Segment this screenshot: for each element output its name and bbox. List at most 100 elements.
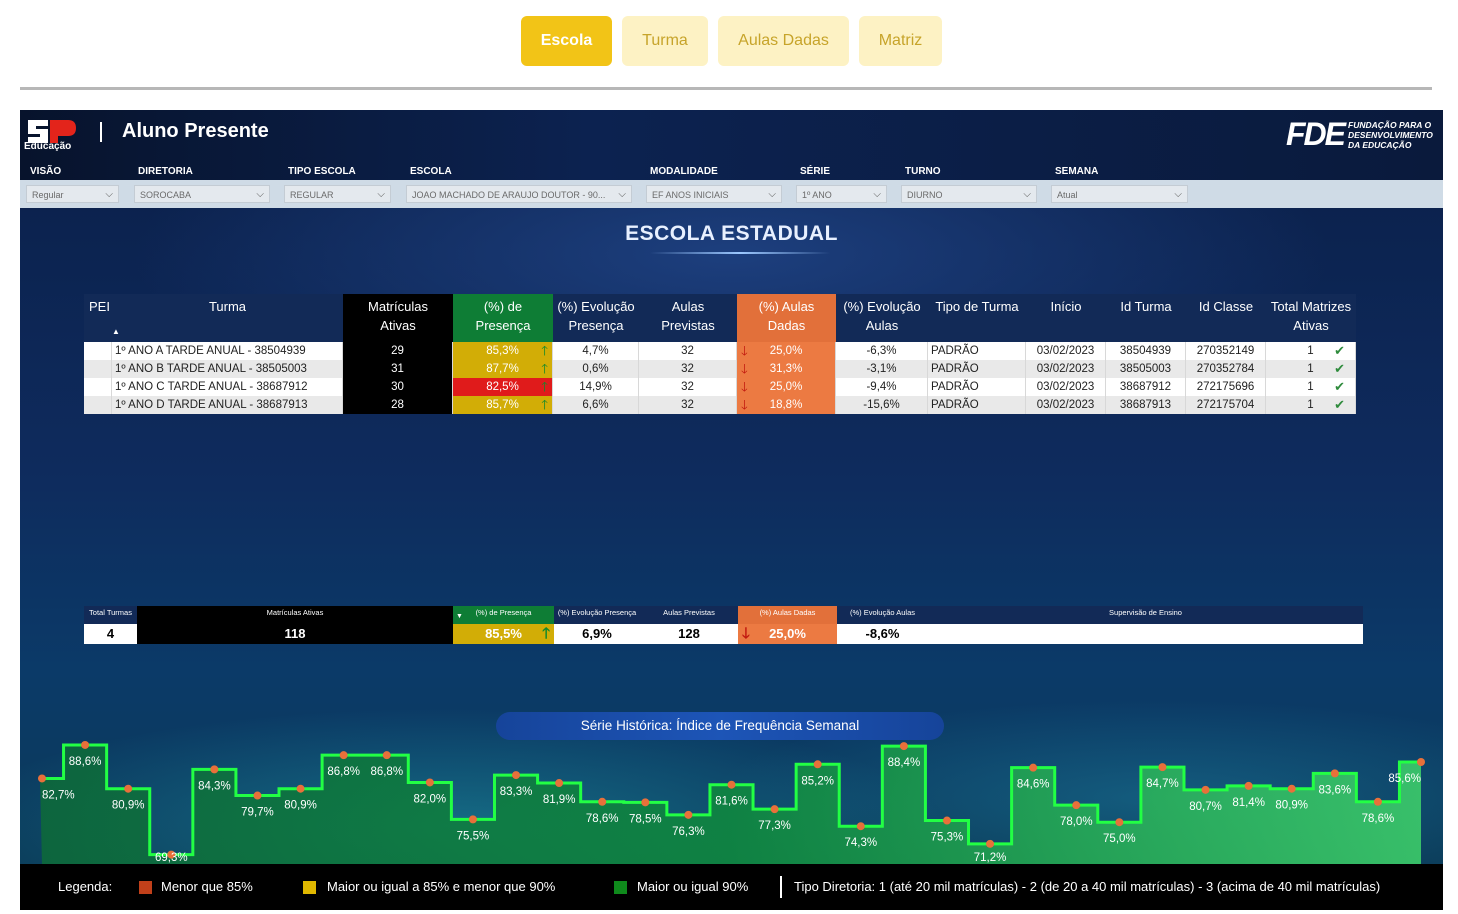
table-row[interactable]: 1º ANO D TARDE ANUAL - 38687913 28 85,7% 🡑 6… bbox=[84, 396, 1356, 414]
filter-turno-select[interactable]: DIURNO ⌵ bbox=[901, 185, 1037, 203]
chart-data-label: 80,9% bbox=[112, 800, 145, 812]
chart-point[interactable] bbox=[727, 780, 736, 789]
chart-data-label: 83,6% bbox=[1319, 784, 1352, 796]
chart-point[interactable] bbox=[598, 797, 607, 806]
cell-pei bbox=[84, 378, 112, 396]
chart-data-label: 81,6% bbox=[715, 796, 748, 808]
chevron-down-icon: ⌵ bbox=[377, 189, 385, 200]
dashboard: Educação Aluno Presente FDE FUNDAÇÃO PAR… bbox=[20, 110, 1443, 910]
cell-tipo-turma: PADRÃO bbox=[928, 342, 1026, 360]
chevron-down-icon: ⌵ bbox=[768, 189, 776, 200]
chart-point[interactable] bbox=[899, 742, 908, 751]
col-matriculas[interactable]: Matrículas Ativas bbox=[343, 294, 453, 342]
supervisao-header: Supervisão de Ensino bbox=[928, 606, 1363, 624]
chart-point[interactable] bbox=[770, 805, 779, 814]
chart-point[interactable] bbox=[1072, 801, 1081, 810]
chart-point[interactable] bbox=[856, 822, 865, 831]
cell-matriculas: 31 bbox=[343, 360, 453, 378]
arrow-down-icon: 🡓 bbox=[741, 343, 748, 358]
cell-pei bbox=[84, 360, 112, 378]
col-total-matrizes[interactable]: Total Matrizes Ativas bbox=[1266, 294, 1356, 342]
table-row[interactable]: 1º ANO A TARDE ANUAL - 38504939 29 85,3% 🡑 4… bbox=[84, 342, 1356, 360]
chart-point[interactable] bbox=[425, 778, 434, 787]
chart-point[interactable] bbox=[1029, 763, 1038, 772]
chart-point[interactable] bbox=[512, 771, 521, 780]
chart-point[interactable] bbox=[684, 810, 693, 819]
cell-id-classe: 270352149 bbox=[1186, 342, 1266, 360]
col-id-classe[interactable]: Id Classe bbox=[1186, 294, 1266, 342]
col-aulas-dadas[interactable]: (%) Aulas Dadas bbox=[737, 294, 836, 342]
cell-tipo-turma: PADRÃO bbox=[928, 360, 1026, 378]
legend-item-green: Maior ou igual 90% bbox=[637, 879, 749, 894]
legend-note: Tipo Diretoria: 1 (até 20 mil matrículas… bbox=[794, 879, 1381, 894]
chart-point[interactable] bbox=[555, 779, 564, 788]
chart-point[interactable] bbox=[468, 815, 477, 824]
cell-tipo-turma: PADRÃO bbox=[928, 396, 1026, 414]
col-evolucao-presenca[interactable]: (%) Evolução Presença bbox=[553, 294, 639, 342]
total-evolucao-aulas-header: (%) Evolução Aulas bbox=[837, 606, 928, 624]
tab-turma[interactable]: Turma bbox=[622, 16, 708, 66]
chart-point[interactable] bbox=[986, 839, 995, 848]
chart-point[interactable] bbox=[1158, 763, 1167, 772]
filter-modalidade-select[interactable]: EF ANOS INICIAIS ⌵ bbox=[646, 185, 782, 203]
col-pei[interactable]: PEI bbox=[84, 294, 112, 342]
chart-data-label: 81,9% bbox=[543, 794, 576, 806]
table-row[interactable]: 1º ANO C TARDE ANUAL - 38687912 30 82,5% 🡑 1… bbox=[84, 378, 1356, 396]
filter-diretoria-select[interactable]: SOROCABA ⌵ bbox=[134, 185, 270, 203]
check-icon: ✔ bbox=[1334, 379, 1345, 394]
chart-point[interactable] bbox=[81, 740, 90, 749]
table-row[interactable]: 1º ANO B TARDE ANUAL - 38505003 31 87,7% 🡑 0… bbox=[84, 360, 1356, 378]
chart-point[interactable] bbox=[1330, 769, 1339, 778]
chart-point[interactable] bbox=[1417, 758, 1425, 766]
chart-point[interactable] bbox=[1373, 797, 1382, 806]
filter-serie-select[interactable]: 1º ANO ⌵ bbox=[796, 185, 887, 203]
col-aulas-previstas[interactable]: Aulas Previstas bbox=[639, 294, 737, 342]
chart-point[interactable] bbox=[38, 774, 46, 783]
chart-point[interactable] bbox=[942, 816, 951, 825]
chart-data-label: 78,6% bbox=[1362, 813, 1395, 825]
cell-aulas-previstas: 32 bbox=[639, 396, 737, 414]
chevron-down-icon: ⌵ bbox=[618, 189, 626, 200]
tab-escola[interactable]: Escola bbox=[521, 16, 612, 66]
col-id-turma[interactable]: Id Turma bbox=[1106, 294, 1186, 342]
cell-matriculas: 30 bbox=[343, 378, 453, 396]
cell-aulas-previstas: 32 bbox=[639, 360, 737, 378]
chart-data-label: 75,0% bbox=[1103, 833, 1136, 845]
filter-visao-select[interactable]: Regular ⌵ bbox=[26, 185, 119, 203]
col-presenca[interactable]: (%) de Presença bbox=[453, 294, 553, 342]
chart-point[interactable] bbox=[339, 751, 348, 760]
chart-point[interactable] bbox=[253, 791, 262, 800]
tab-aulas-dadas[interactable]: Aulas Dadas bbox=[718, 16, 849, 66]
chevron-down-icon: ⌵ bbox=[256, 189, 264, 200]
chart-point[interactable] bbox=[813, 760, 822, 769]
frequency-chart: 82,7% 88,6% 80,9% 69,3% 84,3% 79,7% 80,9% 86,8%… bbox=[38, 740, 1425, 865]
arrow-up-icon: 🡑 bbox=[541, 343, 548, 358]
chart-point[interactable] bbox=[124, 784, 133, 793]
chart-data-label: 78,0% bbox=[1060, 816, 1093, 828]
chart-point[interactable] bbox=[641, 798, 650, 807]
col-turma[interactable]: Turma ▲ bbox=[112, 294, 343, 342]
legend-bar: Legenda: Menor que 85% Maior ou igual a … bbox=[20, 864, 1443, 910]
filter-tipo-escola-select[interactable]: REGULAR ⌵ bbox=[284, 185, 391, 203]
chart-point[interactable] bbox=[1244, 781, 1253, 790]
filter-escola-select[interactable]: JOAO MACHADO DE ARAUJO DOUTOR - 90... ⌵ bbox=[406, 185, 632, 203]
col-evolucao-aulas[interactable]: (%) Evolução Aulas bbox=[836, 294, 928, 342]
filter-semana-select[interactable]: Atual ⌵ bbox=[1051, 185, 1188, 203]
chart-data-label: 80,9% bbox=[1275, 800, 1308, 812]
chart-data-label: 86,8% bbox=[370, 766, 403, 778]
total-aulas-previstas-header: Aulas Previstas bbox=[640, 606, 738, 624]
tab-matriz[interactable]: Matriz bbox=[859, 16, 942, 66]
chart-point[interactable] bbox=[1201, 785, 1210, 794]
chart-point[interactable] bbox=[1115, 818, 1124, 827]
chart-point[interactable] bbox=[210, 765, 219, 774]
chart-point[interactable] bbox=[296, 784, 305, 793]
chart-point[interactable] bbox=[382, 751, 391, 760]
legend-swatch-green bbox=[614, 881, 627, 894]
arrow-up-icon: 🡑 bbox=[541, 397, 548, 412]
top-navigation: Escola Turma Aulas Dadas Matriz bbox=[0, 16, 1458, 66]
col-tipo-turma[interactable]: Tipo de Turma bbox=[928, 294, 1026, 342]
chart-data-label: 88,4% bbox=[888, 757, 921, 769]
chart-point[interactable] bbox=[1287, 784, 1296, 793]
col-inicio[interactable]: Início bbox=[1026, 294, 1106, 342]
cell-aulas-dadas: 31,3% 🡓 bbox=[737, 360, 836, 378]
